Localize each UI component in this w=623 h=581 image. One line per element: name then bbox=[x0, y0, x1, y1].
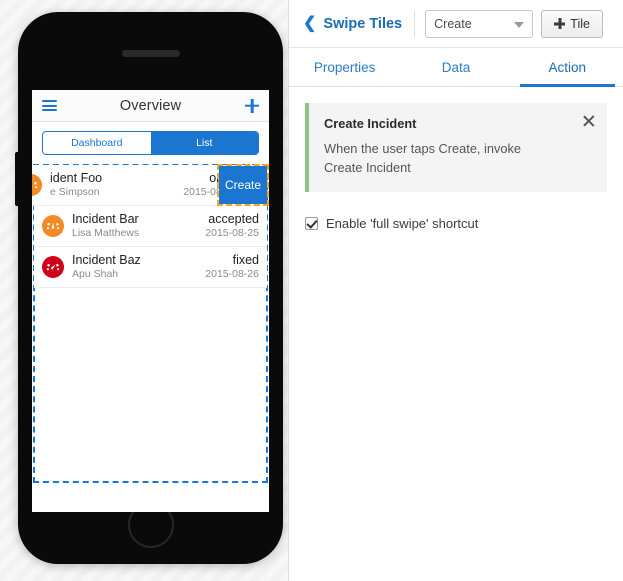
mobile-app-bar: Overview bbox=[32, 90, 269, 122]
row-secondary-line: Apu Shah 2015-08-26 bbox=[72, 268, 259, 281]
row-date: 2015-08-25 bbox=[205, 227, 259, 240]
row-content: Incident Baz fixed Apu Shah 2015-08-26 bbox=[72, 253, 259, 282]
mobile-page-title: Overview bbox=[119, 97, 182, 114]
row-secondary-line: Lisa Matthews 2015-08-25 bbox=[72, 227, 259, 240]
list-widget-selected[interactable]: ident Foo open e Simpson 2015-08-20 Crea… bbox=[32, 164, 269, 483]
add-tile-label: Tile bbox=[570, 16, 590, 31]
tab-properties[interactable]: Properties bbox=[289, 48, 400, 86]
row-date: 2015-08-26 bbox=[205, 268, 259, 281]
back-label: Swipe Tiles bbox=[323, 15, 403, 32]
row-content: Incident Bar accepted Lisa Matthews 2015… bbox=[72, 212, 259, 241]
plus-icon[interactable] bbox=[244, 98, 260, 114]
row-subtitle: Apu Shah bbox=[72, 268, 119, 281]
chevron-down-icon bbox=[514, 21, 525, 28]
editor-content: Create Incident When the user taps Creat… bbox=[289, 87, 623, 231]
gauge-icon bbox=[32, 174, 42, 196]
row-status: accepted bbox=[208, 211, 259, 226]
tile-select[interactable]: Create bbox=[425, 9, 534, 38]
row-secondary-line: e Simpson 2015-08-20 bbox=[50, 186, 237, 199]
toolbar-divider bbox=[414, 10, 416, 37]
hamburger-icon[interactable] bbox=[42, 100, 57, 111]
phone-side-button bbox=[15, 152, 19, 206]
row-status: fixed bbox=[232, 252, 259, 267]
action-card-description: When the user taps Create, invoke Create… bbox=[324, 141, 522, 175]
swipe-tile-editor-window: Overview Dashboard List ident Foo e Simp… bbox=[0, 0, 623, 581]
table-row[interactable]: Incident Bar accepted Lisa Matthews 2015… bbox=[34, 206, 267, 247]
swipe-action-create-selected[interactable]: Create bbox=[217, 164, 269, 206]
editor-tabs: Properties Data Action bbox=[289, 48, 623, 87]
editor-toolbar: ❮ Swipe Tiles Create Tile bbox=[289, 0, 623, 48]
chevron-left-icon: ❮ bbox=[303, 14, 317, 32]
plus-icon bbox=[554, 18, 565, 29]
add-tile-button[interactable]: Tile bbox=[541, 9, 604, 38]
action-card[interactable]: Create Incident When the user taps Creat… bbox=[305, 103, 607, 193]
full-swipe-checkbox[interactable] bbox=[305, 217, 318, 231]
editor-panel: ❮ Swipe Tiles Create Tile Properties Dat… bbox=[288, 0, 623, 581]
segment-list[interactable]: List bbox=[150, 132, 258, 154]
row-title: ident Foo bbox=[50, 170, 103, 185]
table-row[interactable]: Incident Baz fixed Apu Shah 2015-08-26 bbox=[34, 247, 267, 288]
close-icon[interactable] bbox=[582, 114, 596, 128]
full-swipe-checkbox-label: Enable 'full swipe' shortcut bbox=[326, 216, 479, 232]
row-title: Incident Baz bbox=[72, 252, 141, 267]
segmented-control: Dashboard List bbox=[42, 131, 259, 155]
row-primary-line: ident Foo open bbox=[50, 171, 237, 187]
back-to-swipe-tiles[interactable]: ❮ Swipe Tiles bbox=[303, 14, 403, 32]
action-card-title: Create Incident bbox=[324, 116, 417, 131]
phone-mockup: Overview Dashboard List ident Foo e Simp… bbox=[15, 12, 283, 564]
row-primary-line: Incident Bar accepted bbox=[72, 212, 259, 228]
row-subtitle: Lisa Matthews bbox=[72, 227, 140, 240]
phone-speaker bbox=[121, 50, 180, 57]
full-swipe-checkbox-row[interactable]: Enable 'full swipe' shortcut bbox=[305, 216, 607, 231]
segment-dashboard[interactable]: Dashboard bbox=[43, 132, 151, 154]
segmented-control-wrapper: Dashboard List bbox=[32, 122, 269, 165]
gauge-icon bbox=[42, 215, 64, 237]
tab-data[interactable]: Data bbox=[400, 48, 511, 86]
table-row[interactable]: ident Foo open e Simpson 2015-08-20 Crea… bbox=[32, 164, 269, 206]
gauge-icon bbox=[42, 256, 64, 278]
row-primary-line: Incident Baz fixed bbox=[72, 253, 259, 269]
phone-screen: Overview Dashboard List ident Foo e Simp… bbox=[32, 90, 269, 512]
tile-select-value: Create bbox=[434, 16, 472, 31]
device-preview-canvas: Overview Dashboard List ident Foo e Simp… bbox=[0, 0, 288, 581]
row-subtitle: e Simpson bbox=[50, 186, 100, 199]
row-content: ident Foo open e Simpson 2015-08-20 bbox=[50, 171, 237, 200]
tab-action[interactable]: Action bbox=[512, 48, 623, 87]
row-title: Incident Bar bbox=[72, 211, 139, 226]
